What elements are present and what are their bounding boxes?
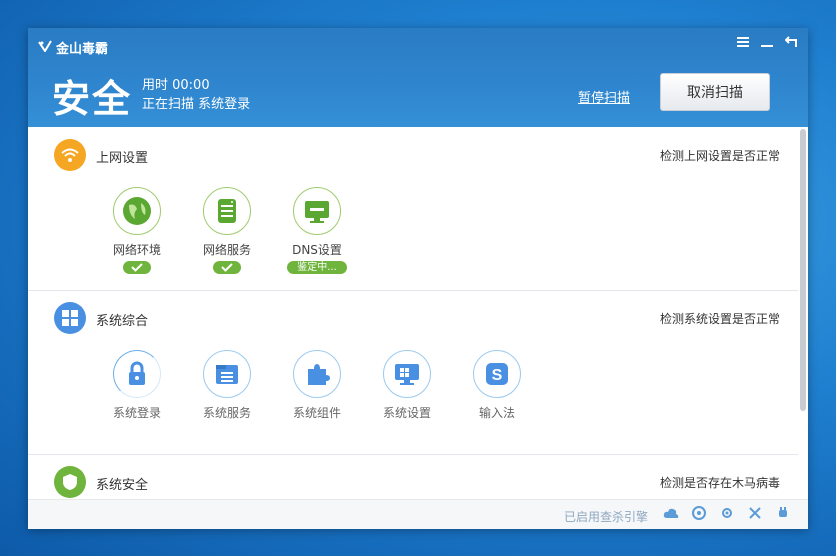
logo-icon <box>38 39 52 56</box>
item-label: 系统设置 <box>382 406 431 420</box>
item-dns-settings: DNS设置 鉴定中... <box>277 187 357 274</box>
footer: 已启用查杀引擎 <box>28 499 808 529</box>
item-label: 系统登录 <box>112 406 161 420</box>
item-network-env: 网络环境 <box>97 187 177 274</box>
item-system-service: 系统服务 <box>187 350 267 421</box>
scan-content: 上网设置 检测上网设置是否正常 网络环境 网络服务 DNS设置 鉴定中... 系… <box>28 127 798 499</box>
section-description: 检测是否存在木马病毒 <box>659 476 780 490</box>
item-system-components: 系统组件 <box>277 350 357 421</box>
puzzle-icon[interactable] <box>293 350 341 398</box>
engine-status: 已启用查杀引擎 <box>564 510 649 524</box>
item-input-method: S 输入法 <box>457 350 537 421</box>
section-security: 系统安全 检测是否存在木马病毒 <box>28 455 798 499</box>
window-controls <box>736 36 798 52</box>
check-icon <box>123 261 151 274</box>
item-label: 网络服务 <box>202 243 251 257</box>
shield-icon <box>54 466 86 498</box>
restore-icon[interactable] <box>784 36 798 52</box>
section-system: 系统综合 检测系统设置是否正常 系统登录 系统服务 系统组件 系统设置 S 输入… <box>28 291 798 455</box>
swirl-engine-icon[interactable] <box>691 505 707 521</box>
header: 金山毒霸 安全 用时 00:00 正在扫描 系统登录 暂停扫描 取消扫描 <box>28 28 808 127</box>
pause-scan-link[interactable]: 暂停扫描 <box>578 87 630 106</box>
scrollbar[interactable] <box>800 127 806 499</box>
monitor-icon[interactable] <box>293 187 341 235</box>
menu-icon[interactable] <box>736 36 750 52</box>
tools-engine-icon[interactable] <box>747 505 763 521</box>
windows-icon <box>54 302 86 334</box>
item-network-service: 网络服务 <box>187 187 267 274</box>
cloud-engine-icon[interactable] <box>663 505 679 521</box>
item-label: 网络环境 <box>112 243 161 257</box>
wifi-icon <box>54 139 86 171</box>
item-label: DNS设置 <box>292 243 342 257</box>
svg-text:S: S <box>492 367 503 384</box>
section-network: 上网设置 检测上网设置是否正常 网络环境 网络服务 DNS设置 鉴定中... <box>28 127 798 291</box>
section-description: 检测上网设置是否正常 <box>659 149 780 163</box>
minimize-icon[interactable] <box>760 36 774 52</box>
scrollbar-thumb[interactable] <box>800 129 806 411</box>
ime-icon[interactable]: S <box>473 350 521 398</box>
app-logo: 金山毒霸 <box>38 38 108 57</box>
page-title: 安全 <box>52 77 133 121</box>
section-title: 上网设置 <box>96 151 149 166</box>
item-label: 输入法 <box>478 406 515 420</box>
item-system-login: 系统登录 <box>97 350 177 421</box>
cancel-scan-button[interactable]: 取消扫描 <box>660 73 770 111</box>
item-system-settings: 系统设置 <box>367 350 447 421</box>
monitor-settings-icon[interactable] <box>383 350 431 398</box>
section-title: 系统安全 <box>96 478 149 493</box>
check-icon <box>213 261 241 274</box>
item-label: 系统组件 <box>292 406 341 420</box>
folder-icon[interactable] <box>203 350 251 398</box>
elapsed-time: 用时 00:00 <box>142 78 210 93</box>
globe-icon[interactable] <box>113 187 161 235</box>
gear-engine-icon[interactable] <box>719 505 735 521</box>
section-title: 系统综合 <box>96 314 149 329</box>
status-badge: 鉴定中... <box>287 261 347 274</box>
main-window: 金山毒霸 安全 用时 00:00 正在扫描 系统登录 暂停扫描 取消扫描 上网设… <box>28 28 808 529</box>
engine-icons <box>663 505 791 521</box>
section-description: 检测系统设置是否正常 <box>659 312 780 326</box>
plug-engine-icon[interactable] <box>775 505 791 521</box>
item-label: 系统服务 <box>202 406 251 420</box>
lock-icon[interactable] <box>113 350 161 398</box>
app-name: 金山毒霸 <box>56 42 109 57</box>
scan-status: 正在扫描 系统登录 <box>142 97 251 112</box>
server-icon[interactable] <box>203 187 251 235</box>
